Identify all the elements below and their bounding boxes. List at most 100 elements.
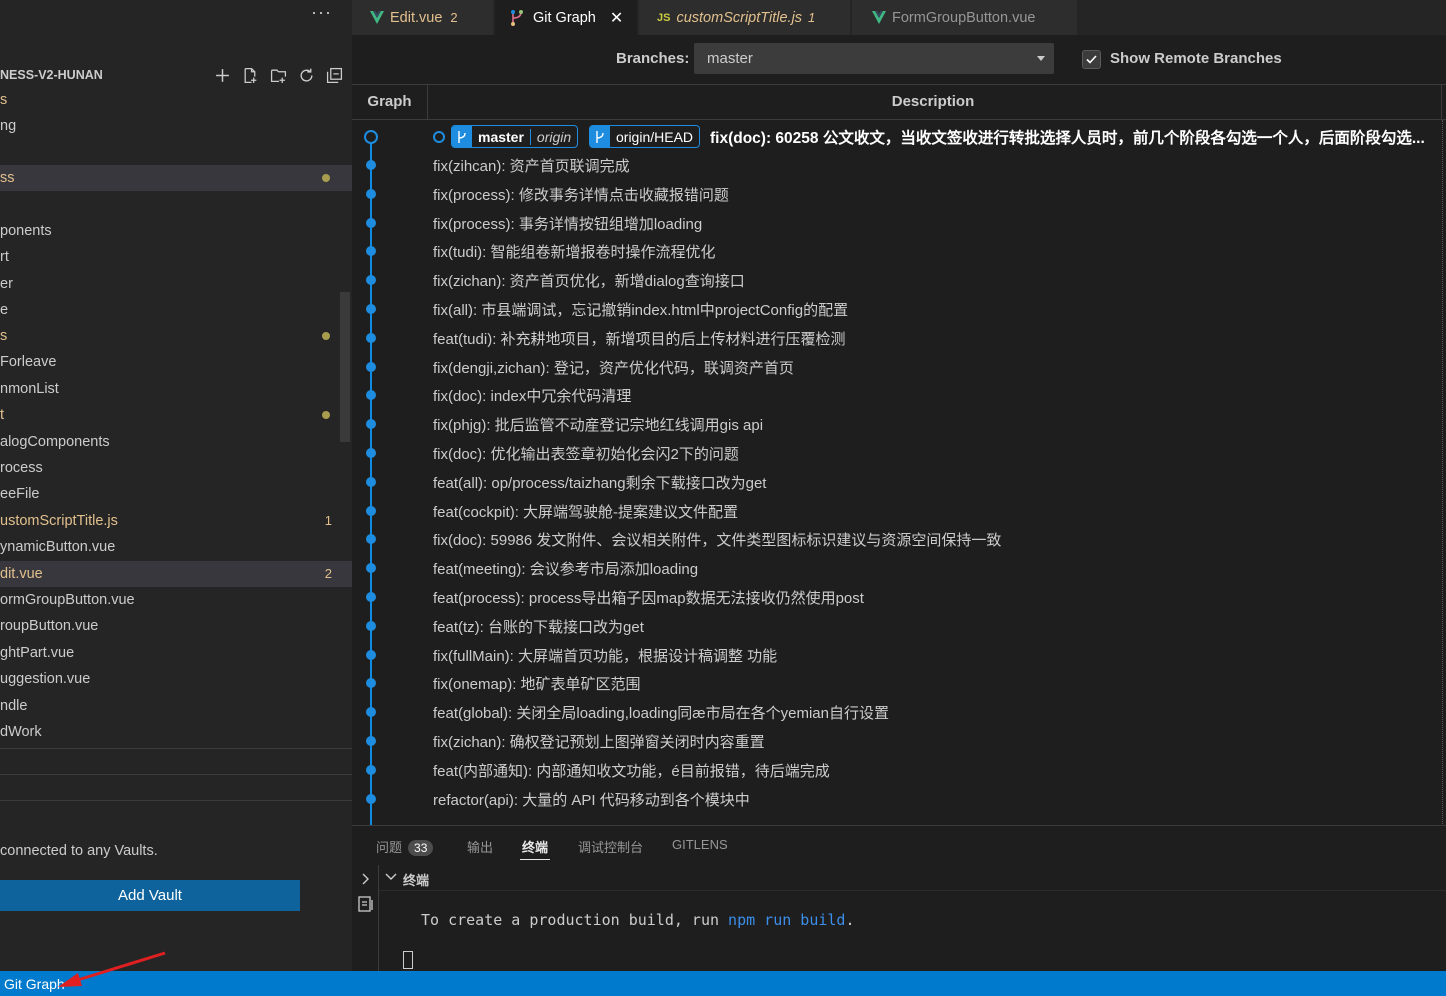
commit-row[interactable]: fix(process): 事务详情按钮组增加loading bbox=[352, 209, 1446, 237]
commit-row[interactable]: fix(tudi): 智能组卷新增报卷时操作流程优化 bbox=[352, 237, 1446, 265]
tree-item[interactable]: e bbox=[0, 297, 352, 323]
commit-row[interactable]: feat(tudi): 补充耕地项目，新增项目的后上传材料进行压覆检测 bbox=[352, 324, 1446, 352]
branches-dropdown[interactable]: master bbox=[694, 43, 1054, 74]
commit-row[interactable]: fix(all): 市县端调试，忘记撤销index.html中projectCo… bbox=[352, 295, 1446, 323]
commit-node[interactable] bbox=[366, 534, 376, 544]
commit-node[interactable] bbox=[366, 506, 376, 516]
tree-item[interactable]: Forleave bbox=[0, 349, 352, 375]
commit-node[interactable] bbox=[366, 333, 376, 343]
tab-custom-script-title[interactable]: JS customScriptTitle.js 1 bbox=[639, 0, 851, 35]
commit-node[interactable] bbox=[366, 304, 376, 314]
new-file-icon[interactable] bbox=[240, 65, 260, 85]
panel-tab-output[interactable]: 输出 bbox=[467, 837, 493, 856]
view-scrollbar[interactable] bbox=[1442, 120, 1446, 825]
commit-node[interactable] bbox=[366, 390, 376, 400]
branch-ref-master[interactable]: master origin bbox=[451, 125, 579, 148]
commit-row[interactable]: fix(doc): index中冗余代码清理 bbox=[352, 381, 1446, 409]
commit-node[interactable] bbox=[366, 678, 376, 688]
commit-row[interactable]: fix(zichan): 资产首页优化，新增dialog查询接口 bbox=[352, 266, 1446, 294]
terminal-cursor[interactable] bbox=[403, 951, 413, 969]
commit-row[interactable]: fix(dengji,zichan): 登记，资产优化代码，联调资产首页 bbox=[352, 353, 1446, 381]
commit-row[interactable]: feat(cockpit): 大屏端驾驶舱-提案建议文件配置 bbox=[352, 497, 1446, 525]
tab-edit-vue[interactable]: Edit.vue 2 bbox=[352, 0, 494, 35]
column-description[interactable]: Description bbox=[428, 85, 1438, 119]
commit-row[interactable]: feat(meeting): 会议参考市局添加loading bbox=[352, 554, 1446, 582]
commit-row[interactable]: feat(all): op/process/taizhang剩余下载接口改为ge… bbox=[352, 468, 1446, 496]
panel-tab-debug-console[interactable]: 调试控制台 bbox=[578, 837, 643, 856]
tree-item[interactable]: nmonList bbox=[0, 376, 352, 402]
panel-tab-terminal[interactable]: 终端 bbox=[522, 837, 548, 856]
show-remote-branches-checkbox[interactable] bbox=[1082, 50, 1101, 69]
project-header[interactable]: NESS-V2-HUNAN bbox=[0, 62, 352, 88]
tree-item[interactable]: ormGroupButton.vue bbox=[0, 587, 352, 613]
sidebar-scrollbar[interactable] bbox=[340, 292, 350, 442]
collapse-all-icon[interactable] bbox=[324, 65, 344, 85]
commit-node[interactable] bbox=[366, 362, 376, 372]
commit-node[interactable] bbox=[366, 160, 376, 170]
terminal-list-icon[interactable] bbox=[357, 895, 375, 913]
commit-node[interactable] bbox=[366, 448, 376, 458]
head-commit-row[interactable]: master origin origin/HEAD fix(doc): 6025… bbox=[352, 122, 1446, 150]
commit-row[interactable]: feat(tz): 台账的下载接口改为get bbox=[352, 612, 1446, 640]
commit-node[interactable] bbox=[366, 765, 376, 775]
tree-item[interactable]: dWork bbox=[0, 719, 352, 745]
tree-item[interactable]: ynamicButton.vue bbox=[0, 534, 352, 560]
commit-row[interactable]: fix(zichan): 确权登记预划上图弹窗关闭时内容重置 bbox=[352, 727, 1446, 755]
tree-item[interactable]: dit.vue 2 bbox=[0, 561, 352, 587]
panel-tab-gitlens[interactable]: GITLENS bbox=[672, 837, 728, 852]
commit-row[interactable]: fix(fullMain): 大屏端首页功能，根据设计稿调整 功能 bbox=[352, 641, 1446, 669]
add-vault-button[interactable]: Add Vault bbox=[0, 880, 300, 911]
tree-item[interactable]: ng bbox=[0, 113, 352, 139]
commit-node[interactable] bbox=[366, 563, 376, 573]
tree-item[interactable]: rt bbox=[0, 244, 352, 270]
new-folder-icon[interactable] bbox=[268, 65, 288, 85]
commit-node[interactable] bbox=[366, 592, 376, 602]
more-actions-icon[interactable]: ··· bbox=[311, 2, 332, 23]
tree-item[interactable]: s bbox=[0, 323, 352, 349]
tree-item[interactable]: ss bbox=[0, 165, 352, 191]
tab-form-group-button[interactable]: FormGroupButton.vue bbox=[852, 0, 1078, 35]
status-git-graph[interactable]: Git Graph bbox=[4, 976, 65, 992]
refresh-icon[interactable] bbox=[296, 65, 316, 85]
tree-item[interactable]: ponents bbox=[0, 218, 352, 244]
commit-node[interactable] bbox=[366, 246, 376, 256]
commit-row[interactable]: fix(doc): 59986 发文附件、会议相关附件，文件类型图标标识建议与资… bbox=[352, 525, 1446, 553]
commit-row[interactable]: feat(内部通知): 内部通知收文功能，é目前报错，待后端完成 bbox=[352, 756, 1446, 784]
tree-item[interactable]: roupButton.vue bbox=[0, 613, 352, 639]
commit-row[interactable]: refactor(api): 大量的 API 代码移动到各个模块中 bbox=[352, 785, 1446, 813]
tree-item[interactable]: ghtPart.vue bbox=[0, 640, 352, 666]
chevron-right-icon[interactable] bbox=[360, 872, 372, 886]
tree-item[interactable]: alogComponents bbox=[0, 429, 352, 455]
commit-row[interactable]: feat(global): 关闭全局loading,loading同æ市局在各个… bbox=[352, 698, 1446, 726]
commit-node[interactable] bbox=[366, 650, 376, 660]
panel-tab-problems[interactable]: 问题 33 bbox=[376, 837, 434, 856]
tree-item[interactable]: eeFile bbox=[0, 481, 352, 507]
tree-item[interactable]: uggestion.vue bbox=[0, 666, 352, 692]
commit-node[interactable] bbox=[366, 477, 376, 487]
plus-icon[interactable] bbox=[212, 65, 232, 85]
commit-node[interactable] bbox=[366, 707, 376, 717]
commit-node[interactable] bbox=[366, 419, 376, 429]
column-graph[interactable]: Graph bbox=[352, 85, 428, 119]
commit-node[interactable] bbox=[366, 275, 376, 285]
commit-node[interactable] bbox=[366, 736, 376, 746]
commit-node[interactable] bbox=[366, 189, 376, 199]
commit-row[interactable]: fix(onemap): 地矿表单矿区范围 bbox=[352, 669, 1446, 697]
commit-node[interactable] bbox=[366, 794, 376, 804]
commit-node[interactable] bbox=[366, 621, 376, 631]
commit-row[interactable]: feat(process): process导出箱子因map数据无法接收仍然使用… bbox=[352, 583, 1446, 611]
tree-item[interactable]: ustomScriptTitle.js 1 bbox=[0, 508, 352, 534]
commit-row[interactable]: fix(zihcan): 资产首页联调完成 bbox=[352, 151, 1446, 179]
commit-node[interactable] bbox=[366, 218, 376, 228]
commit-row[interactable]: fix(phjg): 批后监管不动産登记宗地红线调用gis api bbox=[352, 410, 1446, 438]
commit-row[interactable]: fix(doc): 优化输出表签章初始化会闪2下的问题 bbox=[352, 439, 1446, 467]
close-icon[interactable]: ✕ bbox=[610, 8, 623, 28]
tree-item[interactable]: rocess bbox=[0, 455, 352, 481]
tree-item[interactable]: ndle bbox=[0, 693, 352, 719]
tree-item[interactable]: t bbox=[0, 402, 352, 428]
branch-ref-origin-head[interactable]: origin/HEAD bbox=[589, 125, 701, 148]
tree-item[interactable]: s bbox=[0, 87, 352, 113]
show-remote-branches-label[interactable]: Show Remote Branches bbox=[1110, 50, 1282, 67]
tab-git-graph[interactable]: Git Graph ✕ bbox=[495, 0, 638, 35]
terminal-section-header[interactable]: 终端 bbox=[379, 865, 1446, 891]
